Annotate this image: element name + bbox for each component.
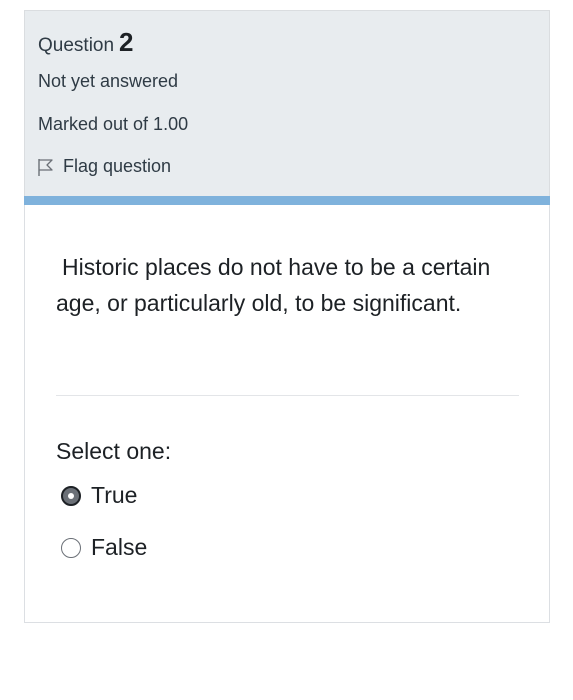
answer-option-true[interactable]: True — [61, 482, 137, 509]
radio-button-unchecked[interactable] — [61, 537, 81, 558]
flag-outline-icon — [36, 157, 56, 177]
quiz-page: Question 2 Not yet answered Marked out of… — [0, 0, 573, 700]
question-number-heading: Question 2 — [38, 27, 134, 58]
answer-prompt: Select one: — [56, 438, 172, 464]
content-accent-bar — [24, 196, 550, 205]
question-text-line1: Historic places do not have to be a — [62, 254, 415, 280]
question-text: Historic places do not have to be a cert… — [56, 249, 496, 321]
question-grade: Marked out of 1.00 — [38, 114, 189, 134]
divider — [56, 395, 519, 396]
answer-option-label[interactable]: True — [91, 482, 137, 509]
question-state: Not yet answered — [38, 71, 179, 91]
answer-option-false[interactable]: False — [61, 534, 147, 561]
flag-question-label: Flag question — [63, 156, 172, 176]
answer-option-label[interactable]: False — [91, 534, 147, 561]
radio-button-checked[interactable] — [61, 485, 81, 506]
flag-question-button[interactable]: Flag question — [36, 156, 171, 177]
question-content: Historic places do not have to be a cert… — [24, 205, 550, 623]
question-number: 2 — [119, 27, 134, 57]
question-info-panel: Question 2 Not yet answered Marked out of… — [24, 10, 550, 196]
question-label: Question — [38, 35, 115, 56]
